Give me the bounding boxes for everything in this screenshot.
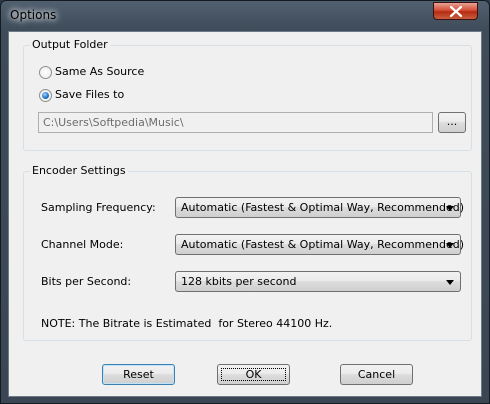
encoder-settings-group: Encoder Settings Sampling Frequency: Aut… <box>23 164 472 341</box>
cancel-button[interactable]: Cancel <box>340 364 413 385</box>
bits-per-second-label: Bits per Second: <box>41 275 132 288</box>
ok-button[interactable]: OK <box>217 364 290 385</box>
title-bar[interactable]: Options <box>1 1 490 31</box>
sampling-frequency-value: Automatic (Fastest & Optimal Way, Recomm… <box>181 201 465 214</box>
close-icon <box>450 6 462 17</box>
chevron-down-icon <box>446 243 454 248</box>
encoder-settings-legend: Encoder Settings <box>30 164 128 177</box>
save-files-to-label[interactable]: Save Files to <box>55 88 124 101</box>
browse-button[interactable]: ... <box>438 112 466 133</box>
bits-per-second-value: 128 kbits per second <box>181 275 297 288</box>
output-path-field[interactable]: C:\Users\Softpedia\Music\ <box>38 112 433 133</box>
window-title: Options <box>10 8 57 22</box>
output-folder-group: Output Folder Same As Source Save Files … <box>23 38 472 151</box>
sampling-frequency-select[interactable]: Automatic (Fastest & Optimal Way, Recomm… <box>175 197 465 218</box>
same-as-source-radio[interactable] <box>39 66 52 79</box>
close-button[interactable] <box>433 2 478 20</box>
reset-button[interactable]: Reset <box>102 364 175 385</box>
options-window: Options Output Folder Same As Source Sav… <box>0 0 490 404</box>
bits-per-second-select[interactable]: 128 kbits per second <box>175 271 461 292</box>
channel-mode-value: Automatic (Fastest & Optimal Way, Recomm… <box>181 238 465 251</box>
bitrate-note: NOTE: The Bitrate is Estimated for Stere… <box>41 317 333 330</box>
save-files-to-radio[interactable] <box>39 89 52 102</box>
dialog-body: Output Folder Same As Source Save Files … <box>8 31 482 397</box>
same-as-source-label[interactable]: Same As Source <box>55 65 144 78</box>
sampling-frequency-label: Sampling Frequency: <box>41 201 156 214</box>
chevron-down-icon <box>446 206 454 211</box>
output-folder-legend: Output Folder <box>30 38 110 51</box>
chevron-down-icon <box>446 280 454 285</box>
channel-mode-label: Channel Mode: <box>41 238 124 251</box>
channel-mode-select[interactable]: Automatic (Fastest & Optimal Way, Recomm… <box>175 234 465 255</box>
